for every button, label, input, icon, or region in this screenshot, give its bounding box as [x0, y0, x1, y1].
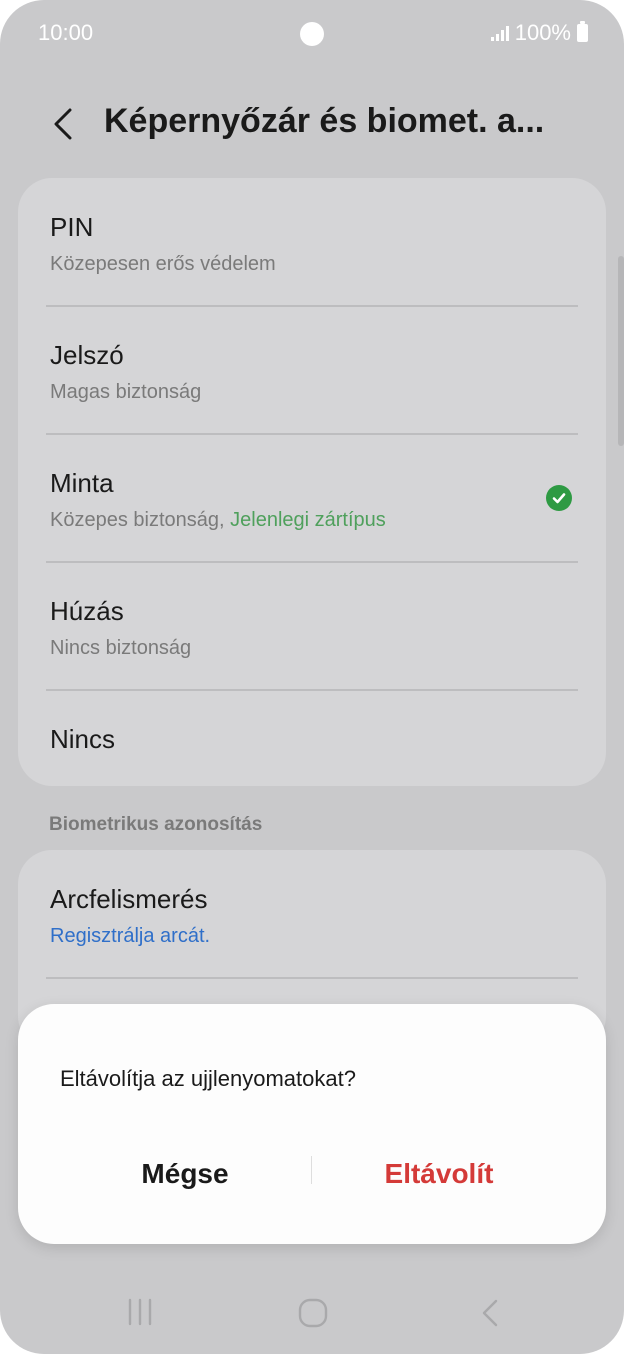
navigation-bar [0, 1270, 624, 1354]
divider [46, 561, 578, 563]
remove-button[interactable]: Eltávolít [314, 1152, 564, 1196]
option-label: Jelszó [50, 340, 124, 370]
divider [46, 433, 578, 435]
cancel-button[interactable]: Mégse [60, 1152, 310, 1196]
header: Képernyőzár és biomet. a... [0, 92, 624, 156]
lock-option-pin[interactable]: PIN Közepesen erős védelem [50, 212, 580, 276]
current-lock-type: Jelenlegi zártípus [230, 509, 386, 531]
divider [46, 689, 578, 691]
check-icon [546, 485, 572, 511]
battery-percent: 100% [514, 20, 571, 45]
button-separator [311, 1156, 312, 1184]
signal-icon [490, 25, 509, 41]
option-description: Közepesen erős védelem [50, 253, 276, 275]
option-description-text: Közepes biztonság, [50, 509, 231, 531]
back-icon[interactable] [46, 104, 86, 144]
battery-icon [577, 21, 588, 42]
status-bar: 10:00 100% [0, 0, 624, 64]
divider [46, 977, 578, 979]
lock-option-swipe[interactable]: Húzás Nincs biztonság [50, 596, 580, 660]
dialog-message: Eltávolítja az ujjlenyomatokat? [60, 1066, 356, 1091]
option-label: Arcfelismerés [50, 884, 208, 914]
option-label: Húzás [50, 596, 124, 626]
section-title-biometrics: Biometrikus azonosítás [49, 814, 263, 835]
scrollbar[interactable] [618, 256, 624, 446]
option-label: Minta [50, 468, 114, 498]
recent-apps-icon[interactable] [126, 1298, 154, 1331]
lock-type-list: PIN Közepesen erős védelem Jelszó Magas … [18, 178, 606, 786]
remove-fingerprints-dialog: Eltávolítja az ujjlenyomatokat? Mégse El… [18, 1004, 606, 1244]
phone-screen: 10:00 100% Képernyőzár és biomet. a... P… [0, 0, 624, 1354]
lock-option-password[interactable]: Jelszó Magas biztonság [50, 340, 580, 404]
option-description: Nincs biztonság [50, 637, 192, 659]
option-label: PIN [50, 212, 94, 242]
page-title: Képernyőzár és biomet. a... [104, 102, 545, 140]
option-description: Közepes biztonság, Jelenlegi zártípus [50, 509, 580, 532]
face-recognition-item[interactable]: Arcfelismerés Regisztrálja arcát. [50, 884, 580, 948]
status-time: 10:00 [38, 20, 94, 45]
camera-cutout [300, 22, 324, 46]
back-nav-icon[interactable] [478, 1298, 502, 1333]
status-right: 100% [490, 20, 588, 46]
option-label: Nincs [50, 724, 116, 754]
register-face-link[interactable]: Regisztrálja arcát. [50, 925, 580, 948]
lock-option-none[interactable]: Nincs [50, 724, 580, 755]
divider [46, 305, 578, 307]
option-description: Magas biztonság [50, 381, 202, 403]
lock-option-pattern[interactable]: Minta Közepes biztonság, Jelenlegi zártí… [50, 468, 580, 532]
home-icon[interactable] [298, 1298, 328, 1333]
